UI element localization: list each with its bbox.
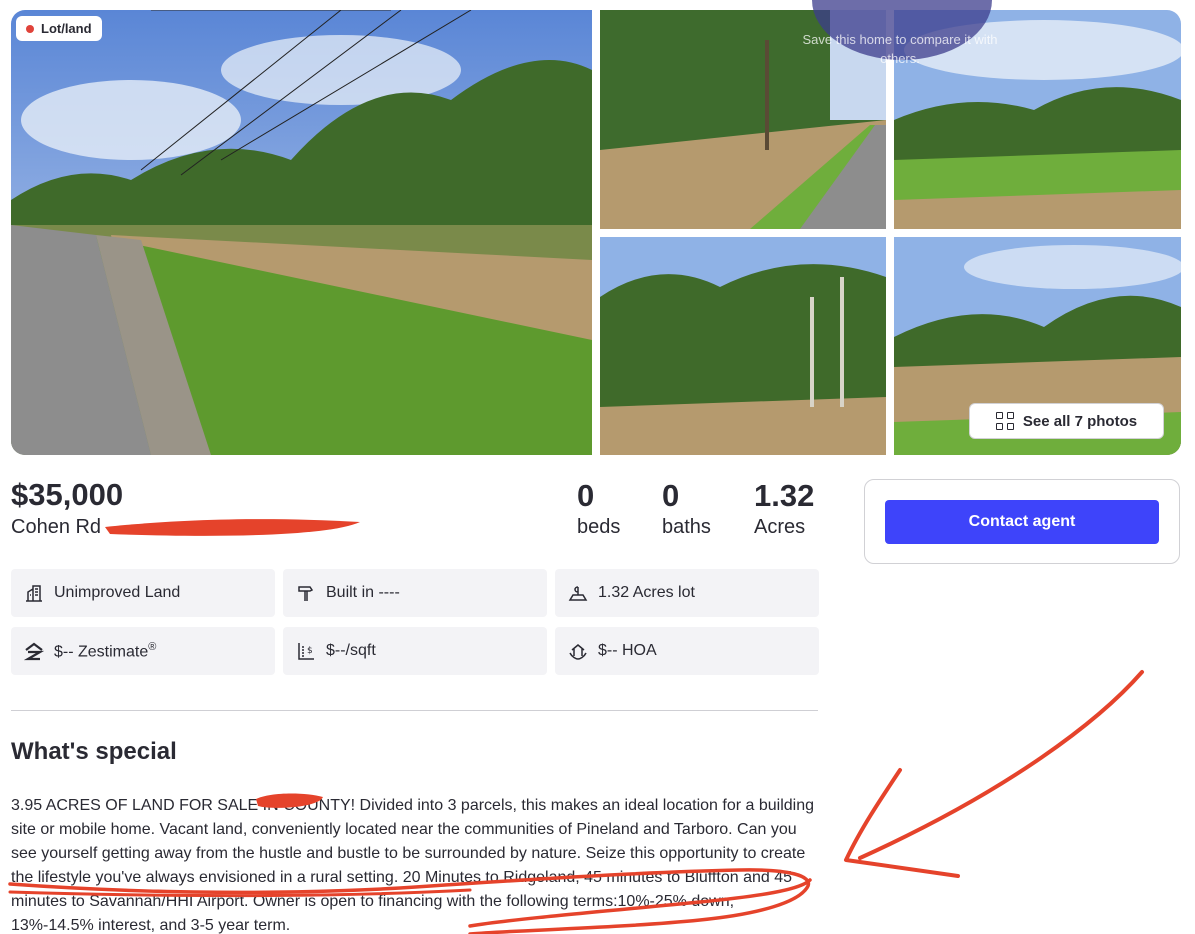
acres-stat: 1.32 Acres: [754, 478, 814, 539]
save-tooltip: Save this home to compare it with others…: [802, 32, 998, 66]
beds-value: 0: [577, 478, 595, 513]
fact-price-sqft: $ $--/sqft: [283, 627, 547, 675]
svg-text:$: $: [307, 646, 313, 656]
baths-value: 0: [662, 478, 680, 513]
beds-label: beds: [577, 516, 621, 538]
fact-lot-size: 1.32 Acres lot: [555, 569, 819, 617]
lot-icon: [568, 586, 588, 601]
whats-special-description: 3.95 ACRES OF LAND FOR SALE IN COUNTY! D…: [11, 797, 815, 934]
fact-hoa: $-- HOA: [555, 627, 819, 675]
listing-price: $35,000: [11, 477, 124, 512]
badge-label: Lot/land: [41, 21, 92, 36]
see-all-photos-button[interactable]: See all 7 photos: [969, 403, 1164, 439]
pointer-arrowhead: [844, 768, 960, 878]
fact-home-type-text: Unimproved Land: [54, 584, 181, 601]
grid-icon: [995, 412, 1014, 430]
fact-zestimate-text: $-- Zestimate®: [54, 641, 156, 661]
fact-lot-size-text: 1.32 Acres lot: [598, 584, 695, 601]
fact-zestimate: $-- Zestimate®: [11, 627, 275, 675]
property-type-badge: Lot/land: [16, 16, 102, 41]
see-all-photos-label: See all 7 photos: [1022, 412, 1138, 430]
photo-gallery: [11, 10, 1181, 455]
photo-4[interactable]: [600, 237, 886, 455]
fact-home-type: Unimproved Land: [11, 569, 275, 617]
fact-price-sqft-text: $--/sqft: [326, 642, 376, 659]
zestimate-icon: [24, 642, 44, 661]
registered-mark: ®: [148, 640, 157, 653]
address-redaction-scribble: [105, 519, 360, 536]
fact-year-built: Built in ----: [283, 569, 547, 617]
main-photo[interactable]: [11, 10, 592, 455]
fact-zestimate-value: $-- Zestimate: [54, 643, 149, 661]
acres-label: Acres: [754, 516, 806, 538]
baths-stat: 0 baths: [662, 478, 711, 539]
fact-hoa-text: $-- HOA: [598, 642, 657, 659]
status-dot-icon: [26, 24, 34, 33]
contact-card: Contact agent: [864, 479, 1180, 564]
contact-agent-button[interactable]: Contact agent: [885, 500, 1159, 544]
pointer-arrow: [858, 670, 1144, 860]
beds-stat: 0 beds: [577, 478, 620, 539]
fact-year-built-text: Built in ----: [326, 584, 400, 601]
acres-value: 1.32: [754, 478, 815, 513]
listing-address: Cohen Rd: [11, 516, 102, 538]
whats-special-title: What's special: [11, 738, 177, 765]
hammer-icon: [298, 586, 314, 601]
hoa-icon: [569, 644, 587, 660]
price-sqft-icon: $: [298, 643, 314, 660]
section-divider: [11, 710, 818, 711]
land-icon: [26, 585, 42, 602]
baths-label: baths: [662, 516, 711, 538]
